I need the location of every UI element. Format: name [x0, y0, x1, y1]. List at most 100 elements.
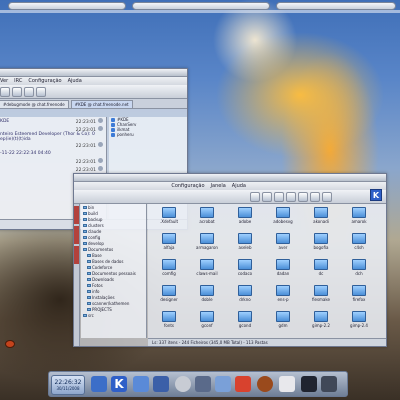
menu-ver[interactable]: Ver	[0, 78, 8, 84]
user-item[interactable]: ponheru	[109, 132, 187, 137]
folder-item[interactable]: ens-p	[266, 285, 300, 302]
folder-icon	[314, 207, 328, 218]
menu-ajuda[interactable]: Ajuda	[68, 78, 82, 84]
disc-icon[interactable]	[175, 376, 191, 392]
monitor-icon[interactable]	[301, 376, 317, 392]
folder-item[interactable]: .Xdefault	[152, 207, 186, 224]
tree-item[interactable]: src	[81, 312, 146, 318]
folder-item[interactable]: bogofia	[304, 233, 338, 250]
terminal-icon[interactable]	[195, 376, 211, 392]
folder-item[interactable]: gconf	[190, 311, 224, 328]
folder-icon	[162, 285, 176, 296]
globe-icon[interactable]	[153, 376, 169, 392]
side-tabs[interactable]	[74, 204, 80, 346]
folder-item[interactable]: aver	[266, 233, 300, 250]
folder-item[interactable]: armagaron	[190, 233, 224, 250]
view-icon[interactable]	[274, 191, 284, 202]
folder-item[interactable]: acrobat	[190, 207, 224, 224]
top-panel-center[interactable]	[132, 2, 270, 10]
amarok-icon[interactable]	[257, 376, 273, 392]
chat-tabs: #debugmode @ chat.freenode #KDE @ chat.f…	[0, 99, 187, 109]
menu-configuracao[interactable]: Configuração	[28, 78, 61, 84]
folder-icon	[200, 311, 214, 322]
graphics-icon[interactable]	[279, 376, 295, 392]
folder-icon	[200, 233, 214, 244]
folder-item[interactable]: fonts	[152, 311, 186, 328]
sidebar-tab[interactable]	[74, 206, 79, 224]
folder-item[interactable]: drkno	[228, 285, 262, 302]
folder-item[interactable]: doble	[190, 285, 224, 302]
mail-icon[interactable]	[215, 376, 231, 392]
sidebar-tab[interactable]	[74, 246, 79, 264]
edit-icon[interactable]	[24, 86, 34, 97]
sidebar-tab[interactable]	[74, 226, 79, 244]
eject-icon[interactable]	[321, 376, 337, 392]
folder-item[interactable]: adobe	[228, 207, 262, 224]
folder-icon	[83, 313, 87, 317]
folder-item[interactable]: c4sh	[342, 233, 376, 250]
fm-titlebar[interactable]	[74, 174, 386, 182]
folder-item[interactable]: claws-mail	[190, 259, 224, 276]
folder-icon	[83, 235, 87, 239]
folder-item[interactable]: gcond	[228, 311, 262, 328]
folder-item[interactable]: fiesmake	[304, 285, 338, 302]
folder-icon	[87, 283, 91, 287]
menu-irc[interactable]: IRC	[14, 78, 22, 84]
tab-debugmode[interactable]: #debugmode @ chat.freenode	[0, 100, 69, 108]
join-icon[interactable]	[12, 86, 22, 97]
k-menu-icon[interactable]: K	[111, 376, 127, 392]
folder-tree[interactable]: bin build backup clusters claude config develo…	[81, 204, 147, 338]
folder-item[interactable]: dc	[304, 259, 338, 276]
top-panel-left[interactable]	[8, 2, 126, 10]
folder-item[interactable]: amarok	[342, 207, 376, 224]
folder-item[interactable]: adobesvg	[266, 207, 300, 224]
view-icon[interactable]	[250, 191, 260, 202]
folder-item[interactable]: gimp-2.4	[342, 311, 376, 328]
folder-icon	[352, 311, 366, 322]
office-icon[interactable]	[235, 376, 251, 392]
folder-icon	[276, 285, 290, 296]
folder-icon	[352, 207, 366, 218]
ladybug-icon	[5, 340, 15, 348]
folder-item[interactable]: comfig	[152, 259, 186, 276]
folder-icon	[83, 217, 87, 221]
folder-item[interactable]: dch	[342, 259, 376, 276]
cube-icon[interactable]	[133, 376, 149, 392]
folder-item[interactable]: firefox	[342, 285, 376, 302]
folder-grid[interactable]: .Xdefault acrobat adobe adobesvg akonadi amar…	[148, 204, 386, 338]
clock[interactable]: 22:26:32 30/11/2008	[51, 375, 85, 395]
folder-item[interactable]: dadan	[266, 259, 300, 276]
folder-icon	[83, 241, 87, 245]
folder-icon	[83, 247, 87, 251]
status-icon	[98, 157, 103, 163]
chat-titlebar[interactable]	[0, 69, 187, 77]
folder-item[interactable]: aseleb	[228, 233, 262, 250]
view-icon[interactable]	[310, 191, 320, 202]
fm-toolbar	[74, 190, 386, 204]
message-row: KDE 22:23:01	[0, 117, 106, 125]
settings-icon[interactable]	[36, 86, 46, 97]
desktop-icon[interactable]	[91, 376, 107, 392]
view-icon[interactable]	[322, 191, 332, 202]
user-icon	[111, 132, 115, 137]
menu-ajuda[interactable]: Ajuda	[232, 183, 246, 189]
view-icon[interactable]	[298, 191, 308, 202]
tab-kde[interactable]: #KDE @ chat.freenode.net	[70, 100, 133, 108]
folder-item[interactable]: codaco	[228, 259, 262, 276]
folder-item[interactable]: akonadi	[304, 207, 338, 224]
folder-icon	[162, 233, 176, 244]
file-manager-window[interactable]: Configuração Janela Ajuda K bin build back…	[73, 173, 387, 347]
folder-item[interactable]: gdm	[266, 311, 300, 328]
folder-icon	[87, 289, 91, 293]
folder-icon	[238, 259, 252, 270]
folder-item[interactable]: designer	[152, 285, 186, 302]
folder-item[interactable]: gimp-2.2	[304, 311, 338, 328]
back-icon[interactable]	[0, 86, 10, 97]
fm-menubar: Configuração Janela Ajuda	[74, 182, 386, 190]
view-icon[interactable]	[286, 191, 296, 202]
view-icon[interactable]	[262, 191, 272, 202]
top-panel-right[interactable]	[276, 2, 396, 10]
menu-configuracao[interactable]: Configuração	[171, 183, 204, 189]
folder-item[interactable]: alfaja	[152, 233, 186, 250]
menu-janela[interactable]: Janela	[211, 183, 226, 189]
